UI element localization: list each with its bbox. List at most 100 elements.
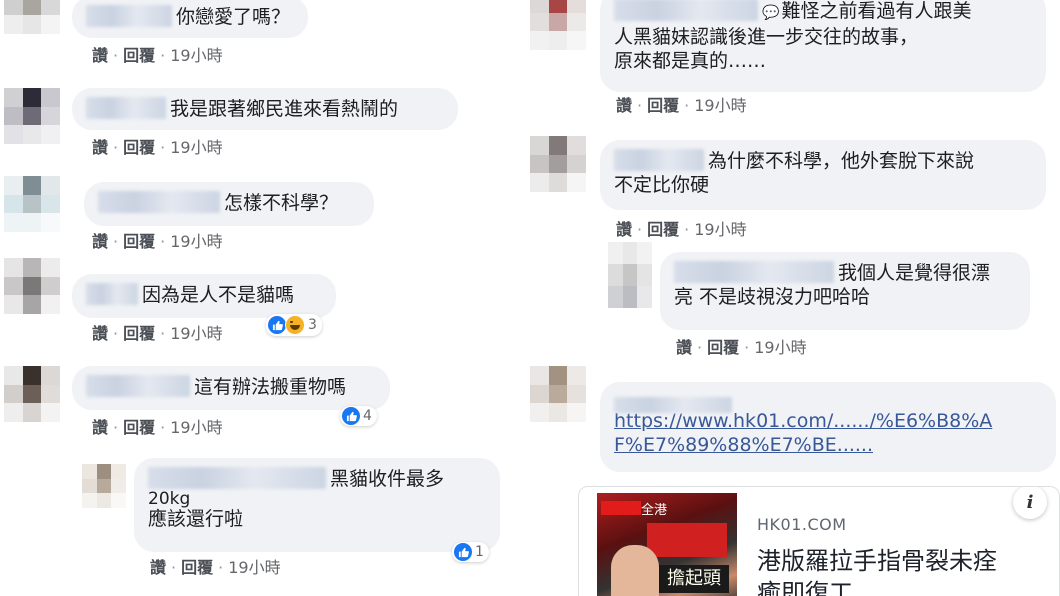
like-link[interactable]: 讚 xyxy=(92,324,108,343)
avatar[interactable] xyxy=(530,136,586,192)
comment-actions: 讚 · 回覆 · 19小時 xyxy=(92,324,223,344)
reply-link[interactable]: 回覆 xyxy=(123,418,155,437)
comment-actions: 讚 · 回覆 · 19小時 xyxy=(616,220,747,240)
reaction-summary[interactable]: 1 xyxy=(452,542,489,562)
separator: · xyxy=(160,232,166,251)
thumbnail-caption: 擔起頭 xyxy=(659,565,729,593)
separator: · xyxy=(113,232,119,251)
like-link[interactable]: 讚 xyxy=(92,46,108,65)
blurred-author-name[interactable] xyxy=(614,149,704,171)
comment-text-line2: 不定比你硬 xyxy=(614,174,710,196)
right-comment-column: 💬 難怪之前看過有人跟美 人黑貓妹認識後進一步交往的故事， 原來都是真的…… 讚 ·… xyxy=(530,0,1060,596)
reaction-summary[interactable]: 4 xyxy=(340,406,377,426)
reply-link[interactable]: 回覆 xyxy=(123,138,155,157)
thumbnail-logo-band xyxy=(601,501,641,515)
reply-link[interactable]: 回覆 xyxy=(647,96,679,115)
reply-link[interactable]: 回覆 xyxy=(181,558,213,577)
comment-actions: 讚 · 回覆 · 19小時 xyxy=(92,232,223,252)
reaction-count: 4 xyxy=(363,408,372,424)
avatar[interactable] xyxy=(530,0,586,50)
comment-bubble: 黑貓收件最多 20kg 應該還行啦 xyxy=(134,458,500,552)
separator: · xyxy=(637,220,643,239)
comment-actions: 讚 · 回覆 · 19小時 xyxy=(676,338,807,358)
avatar[interactable] xyxy=(4,258,60,314)
reply-link[interactable]: 回覆 xyxy=(123,46,155,65)
comment-text-line3: 應該還行啦 xyxy=(148,508,244,530)
comment-bubble: 我個人是覺得很漂 亮 不是歧視沒力吧哈哈 xyxy=(660,252,1030,330)
timestamp[interactable]: 19小時 xyxy=(170,324,222,343)
comment-bubble: 這有辦法搬重物嗎 xyxy=(72,366,390,410)
separator: · xyxy=(113,324,119,343)
blurred-author-name[interactable] xyxy=(86,375,190,397)
comment-text-line1: 難怪之前看過有人跟美 xyxy=(781,0,972,22)
reply-link[interactable]: 回覆 xyxy=(123,232,155,251)
timestamp[interactable]: 19小時 xyxy=(754,338,806,357)
thumbnail-label: 全港 xyxy=(641,503,668,518)
comment-text-line1: 黑貓收件最多 xyxy=(330,468,445,490)
comment-bubble: 因為是人不是貓嗎 xyxy=(72,274,336,318)
timestamp[interactable]: 19小時 xyxy=(228,558,280,577)
avatar[interactable] xyxy=(4,366,60,422)
like-link[interactable]: 讚 xyxy=(616,220,632,239)
separator: · xyxy=(684,220,690,239)
timestamp[interactable]: 19小時 xyxy=(170,138,222,157)
preview-title: 港版羅拉手指骨裂未痊癒即復工 xyxy=(757,547,997,596)
timestamp[interactable]: 19小時 xyxy=(694,96,746,115)
preview-thumbnail: 全港 擔起頭 xyxy=(597,493,737,596)
separator: · xyxy=(684,96,690,115)
avatar[interactable] xyxy=(608,242,652,308)
comment-actions: 讚 · 回覆 · 19小時 xyxy=(616,96,747,116)
comment-text-line1: 為什麼不科學，他外套脫下來說 xyxy=(708,150,975,172)
separator: · xyxy=(113,418,119,437)
comment-text: 因為是人不是貓嗎 xyxy=(142,284,295,306)
separator: · xyxy=(218,558,224,577)
avatar[interactable] xyxy=(4,88,60,144)
like-link[interactable]: 讚 xyxy=(92,138,108,157)
like-link[interactable]: 讚 xyxy=(676,338,692,357)
reply-link[interactable]: 回覆 xyxy=(707,338,739,357)
info-icon[interactable]: i xyxy=(1013,487,1047,519)
avatar[interactable] xyxy=(82,464,126,508)
reaction-count: 3 xyxy=(308,317,317,333)
url-link-line2[interactable]: F%E7%89%88%E7%BE...... xyxy=(614,433,1042,457)
like-link[interactable]: 讚 xyxy=(92,418,108,437)
timestamp[interactable]: 19小時 xyxy=(694,220,746,239)
blurred-author-name[interactable] xyxy=(614,0,758,21)
comment-text-line3: 原來都是真的…… xyxy=(614,50,767,72)
separator: · xyxy=(113,46,119,65)
reaction-count: 1 xyxy=(475,544,484,560)
blurred-author-name[interactable] xyxy=(86,97,166,119)
comment-actions: 讚 · 回覆 · 19小時 xyxy=(92,138,223,158)
avatar[interactable] xyxy=(530,366,586,422)
avatar[interactable] xyxy=(4,0,60,34)
blurred-author-name[interactable] xyxy=(98,191,220,213)
thumbnail-face xyxy=(611,545,659,596)
separator: · xyxy=(160,418,166,437)
separator: · xyxy=(160,324,166,343)
comment-text-line2: 亮 不是歧視沒力吧哈哈 xyxy=(674,286,871,308)
like-link[interactable]: 讚 xyxy=(616,96,632,115)
blurred-author-name[interactable] xyxy=(148,467,326,489)
separator: · xyxy=(171,558,177,577)
avatar[interactable] xyxy=(4,176,60,232)
link-preview-card[interactable]: 全港 擔起頭 HK01.COM 港版羅拉手指骨裂未痊癒即復工 i xyxy=(578,486,1060,596)
blurred-author-name[interactable] xyxy=(86,283,138,305)
timestamp[interactable]: 19小時 xyxy=(170,46,222,65)
comment-text: 怎樣不科學？ xyxy=(224,192,339,214)
blurred-author-name[interactable] xyxy=(86,5,172,27)
like-link[interactable]: 讚 xyxy=(92,232,108,251)
like-reaction-icon xyxy=(268,316,286,334)
blurred-author-name[interactable] xyxy=(614,397,732,413)
blurred-author-name[interactable] xyxy=(674,261,834,283)
preview-domain: HK01.COM xyxy=(757,515,847,534)
reply-link[interactable]: 回覆 xyxy=(647,220,679,239)
comment-text-line2: 人黑貓妹認識後進一步交往的故事， xyxy=(614,26,919,48)
reaction-summary[interactable]: 3 xyxy=(266,314,322,336)
reply-link[interactable]: 回覆 xyxy=(123,324,155,343)
timestamp[interactable]: 19小時 xyxy=(170,232,222,251)
comment-bubble: 💬 難怪之前看過有人跟美 人黑貓妹認識後進一步交往的故事， 原來都是真的…… xyxy=(600,0,1046,92)
comment-bubble: 為什麼不科學，他外套脫下來說 不定比你硬 xyxy=(600,140,1046,210)
like-link[interactable]: 讚 xyxy=(150,558,166,577)
timestamp[interactable]: 19小時 xyxy=(170,418,222,437)
like-reaction-icon xyxy=(454,543,472,561)
